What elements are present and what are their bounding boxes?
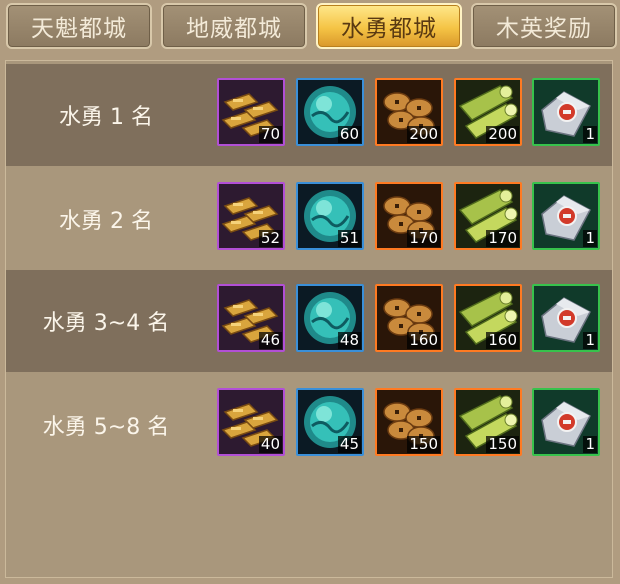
- rank-label: 水勇 5~8 名: [42, 415, 170, 440]
- item-quantity: 150: [486, 435, 519, 453]
- item-quantity: 1: [583, 435, 597, 453]
- item-quantity: 51: [337, 229, 361, 247]
- reward-row: 水勇 5~8 名 40 45 150 150 1: [6, 374, 612, 476]
- reward-item-slot[interactable]: 150: [454, 388, 522, 456]
- item-quantity: 60: [337, 125, 361, 143]
- reward-item-slot[interactable]: 45: [296, 388, 364, 456]
- rank-label: 水勇 3~4 名: [42, 311, 170, 336]
- reward-item-slot[interactable]: 1: [532, 182, 600, 250]
- reward-item-slot[interactable]: 40: [217, 388, 285, 456]
- item-quantity: 170: [407, 229, 440, 247]
- reward-item-slot[interactable]: 52: [217, 182, 285, 250]
- tab-diwei-capital[interactable]: 地威都城: [161, 3, 307, 49]
- item-quantity: 1: [583, 125, 597, 143]
- reward-item-slot[interactable]: 1: [532, 284, 600, 352]
- reward-item-slot[interactable]: 150: [375, 388, 443, 456]
- item-quantity: 1: [583, 229, 597, 247]
- item-quantity: 200: [486, 125, 519, 143]
- reward-item-slot[interactable]: 1: [532, 78, 600, 146]
- reward-item-slot[interactable]: 70: [217, 78, 285, 146]
- reward-row: 水勇 1 名 70 60 200 200 1: [6, 64, 612, 166]
- reward-item-slot[interactable]: 160: [375, 284, 443, 352]
- item-quantity: 160: [486, 331, 519, 349]
- item-quantity: 46: [258, 331, 282, 349]
- item-quantity: 200: [407, 125, 440, 143]
- item-quantity: 48: [337, 331, 361, 349]
- item-quantity: 45: [337, 435, 361, 453]
- tab-muying-rewards[interactable]: 木英奖励: [471, 3, 617, 49]
- rank-label: 水勇 2 名: [59, 209, 153, 234]
- reward-item-slot[interactable]: 170: [375, 182, 443, 250]
- reward-item-slot[interactable]: 51: [296, 182, 364, 250]
- item-quantity: 1: [583, 331, 597, 349]
- reward-item-slot[interactable]: 200: [454, 78, 522, 146]
- item-quantity: 40: [258, 435, 282, 453]
- reward-item-slot[interactable]: 48: [296, 284, 364, 352]
- reward-item-slot[interactable]: 1: [532, 388, 600, 456]
- item-quantity: 160: [407, 331, 440, 349]
- tab-shuiyong-capital[interactable]: 水勇都城: [316, 3, 462, 49]
- reward-row: 水勇 2 名 52 51 170 170 1: [6, 168, 612, 270]
- item-quantity: 52: [258, 229, 282, 247]
- reward-item-slot[interactable]: 60: [296, 78, 364, 146]
- item-quantity: 170: [486, 229, 519, 247]
- item-quantity: 150: [407, 435, 440, 453]
- item-quantity: 70: [258, 125, 282, 143]
- reward-item-slot[interactable]: 200: [375, 78, 443, 146]
- rank-label: 水勇 1 名: [59, 105, 153, 130]
- reward-item-slot[interactable]: 46: [217, 284, 285, 352]
- tab-bar: 天魁都城 地威都城 水勇都城 木英奖励: [0, 0, 620, 54]
- reward-row: 水勇 3~4 名 46 48 160 160 1: [6, 270, 612, 372]
- reward-item-slot[interactable]: 160: [454, 284, 522, 352]
- tab-tiankui-capital[interactable]: 天魁都城: [6, 3, 152, 49]
- reward-item-slot[interactable]: 170: [454, 182, 522, 250]
